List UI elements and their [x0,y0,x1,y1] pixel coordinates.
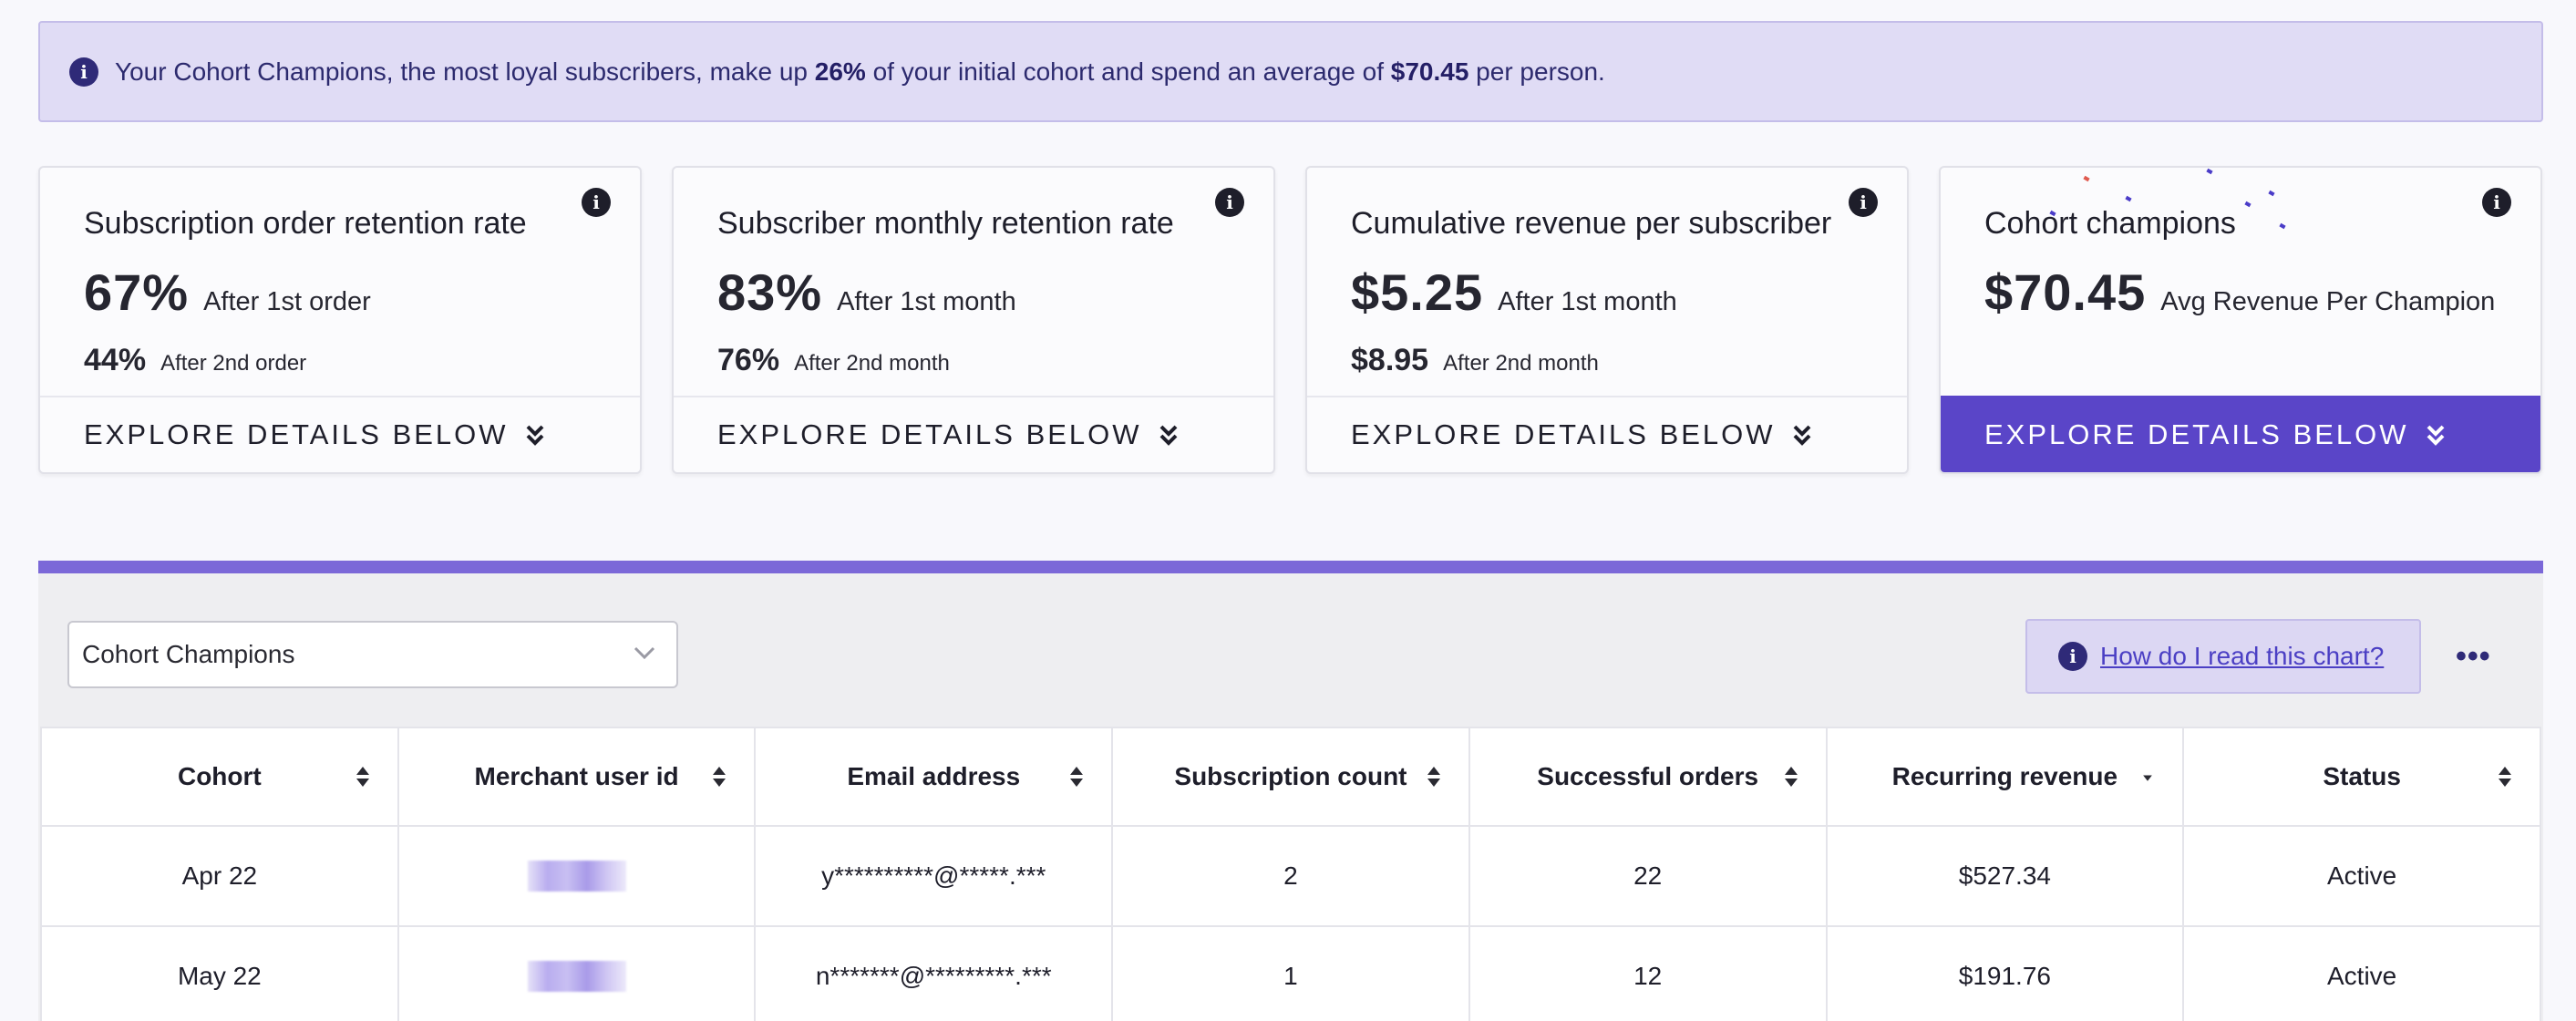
sort-icon [1070,767,1084,787]
card-subscriber-monthly-retention: i Subscriber monthly retention rate 83% … [672,166,1275,474]
column-header-subscription-count[interactable]: Subscription count [1111,727,1470,827]
cell-email: n*******@*********.*** [754,925,1114,1021]
secondary-value: 44% [84,343,147,377]
info-icon[interactable]: i [1215,188,1244,217]
sort-icon [355,767,369,787]
cohort-champions-banner: i Your Cohort Champions, the most loyal … [38,21,2543,122]
banner-text: Your Cohort Champions, the most loyal su… [115,57,1605,86]
secondary-metric: $8.95 After 2nd month [1351,343,1599,378]
how-to-read-chart-link[interactable]: How do I read this chart? [2100,642,2384,671]
confetti-decoration [2279,222,2286,230]
explore-details-button[interactable]: EXPLORE DETAILS BELOW [1941,396,2540,472]
sort-icon [713,767,726,787]
cell-cohort: May 22 [40,925,399,1021]
info-icon[interactable]: i [2482,188,2511,217]
info-icon: i [2058,642,2087,671]
column-header-cohort[interactable]: Cohort [40,727,399,827]
cohort-table-panel: Cohort Champions i How do I read this ch… [38,561,2543,1021]
redacted-user-id [527,961,626,993]
sort-descending-icon [2143,775,2153,781]
cell-recurring-revenue: $191.76 [1825,925,2185,1021]
explore-details-button[interactable]: EXPLORE DETAILS BELOW [40,396,640,472]
explore-details-label: EXPLORE DETAILS BELOW [84,418,509,450]
explore-details-button[interactable]: EXPLORE DETAILS BELOW [674,396,1273,472]
explore-details-label: EXPLORE DETAILS BELOW [1984,418,2409,450]
confetti-decoration [2268,190,2275,197]
card-cohort-champions: i Cohort champions $70.45 Avg Revenue Pe… [1939,166,2542,474]
primary-value: 83% [717,263,823,321]
table-row: Apr 22 y**********@*****.*** 2 22 $527.3… [40,825,2541,927]
cell-email: y**********@*****.*** [754,825,1114,927]
sort-icon [2499,767,2511,787]
select-value: Cohort Champions [82,640,295,668]
card-title: Subscription order retention rate [84,206,527,241]
primary-metric: $5.25 After 1st month [1351,263,1677,322]
card-title: Cumulative revenue per subscriber [1351,206,1832,241]
column-header-status[interactable]: Status [2182,727,2541,827]
primary-label: After 1st month [837,287,1016,316]
table-row: May 22 n*******@*********.*** 1 12 $191.… [40,925,2541,1021]
cell-merchant-user-id [397,825,757,927]
cell-cohort: Apr 22 [40,825,399,927]
column-header-email-address[interactable]: Email address [754,727,1114,827]
explore-details-label: EXPLORE DETAILS BELOW [1351,418,1776,450]
secondary-metric: 76% After 2nd month [717,343,950,378]
explore-details-button[interactable]: EXPLORE DETAILS BELOW [1307,396,1907,472]
secondary-label: After 2nd month [1443,351,1599,376]
redacted-user-id [527,861,626,892]
secondary-metric: 44% After 2nd order [84,343,306,378]
info-icon: i [69,57,98,87]
ellipsis-icon[interactable]: ••• [2456,639,2491,675]
secondary-label: After 2nd order [160,351,307,376]
info-icon[interactable]: i [1849,188,1878,217]
info-icon[interactable]: i [582,188,611,217]
how-to-read-chart-button[interactable]: i How do I read this chart? [2025,619,2421,694]
secondary-value: 76% [717,343,780,377]
card-title: Cohort champions [1984,206,2236,241]
double-chevron-down-icon [1159,425,1177,446]
card-subscription-order-retention: i Subscription order retention rate 67% … [38,166,642,474]
primary-value: $70.45 [1984,263,2147,321]
double-chevron-down-icon [526,425,543,446]
secondary-value: $8.95 [1351,343,1429,377]
explore-details-label: EXPLORE DETAILS BELOW [717,418,1142,450]
column-header-successful-orders[interactable]: Successful orders [1468,727,1828,827]
cell-subscription-count: 1 [1111,925,1470,1021]
primary-value: 67% [84,263,190,321]
card-title: Subscriber monthly retention rate [717,206,1174,241]
column-header-merchant-user-id[interactable]: Merchant user id [397,727,757,827]
primary-value: $5.25 [1351,263,1484,321]
sort-icon [1427,767,1440,787]
primary-label: After 1st month [1498,287,1677,316]
sort-icon [1784,767,1798,787]
cell-status: Active [2182,925,2541,1021]
double-chevron-down-icon [2427,425,2444,446]
column-header-recurring-revenue[interactable]: Recurring revenue [1825,727,2185,827]
cell-successful-orders: 22 [1468,825,1828,927]
confetti-decoration [2083,175,2090,182]
confetti-decoration [2244,201,2251,208]
primary-metric: 67% After 1st order [84,263,371,322]
confetti-decoration [2206,168,2213,175]
card-cumulative-revenue: i Cumulative revenue per subscriber $5.2… [1305,166,1909,474]
cell-recurring-revenue: $527.34 [1825,825,2185,927]
table-header-row: Cohort Merchant user id Email address Su… [40,727,2541,827]
primary-metric: $70.45 Avg Revenue Per Champion [1984,263,2495,322]
primary-label: After 1st order [203,287,371,316]
chevron-down-icon [634,646,655,660]
secondary-label: After 2nd month [794,351,950,376]
cohort-champions-table: Cohort Merchant user id Email address Su… [40,727,2541,1021]
cell-status: Active [2182,825,2541,927]
primary-metric: 83% After 1st month [717,263,1016,322]
cell-successful-orders: 12 [1468,925,1828,1021]
primary-label: Avg Revenue Per Champion [2160,287,2496,316]
cell-subscription-count: 2 [1111,825,1470,927]
confetti-decoration [2125,195,2132,202]
cell-merchant-user-id [397,925,757,1021]
cohort-segment-select[interactable]: Cohort Champions [67,621,678,688]
double-chevron-down-icon [1793,425,1810,446]
